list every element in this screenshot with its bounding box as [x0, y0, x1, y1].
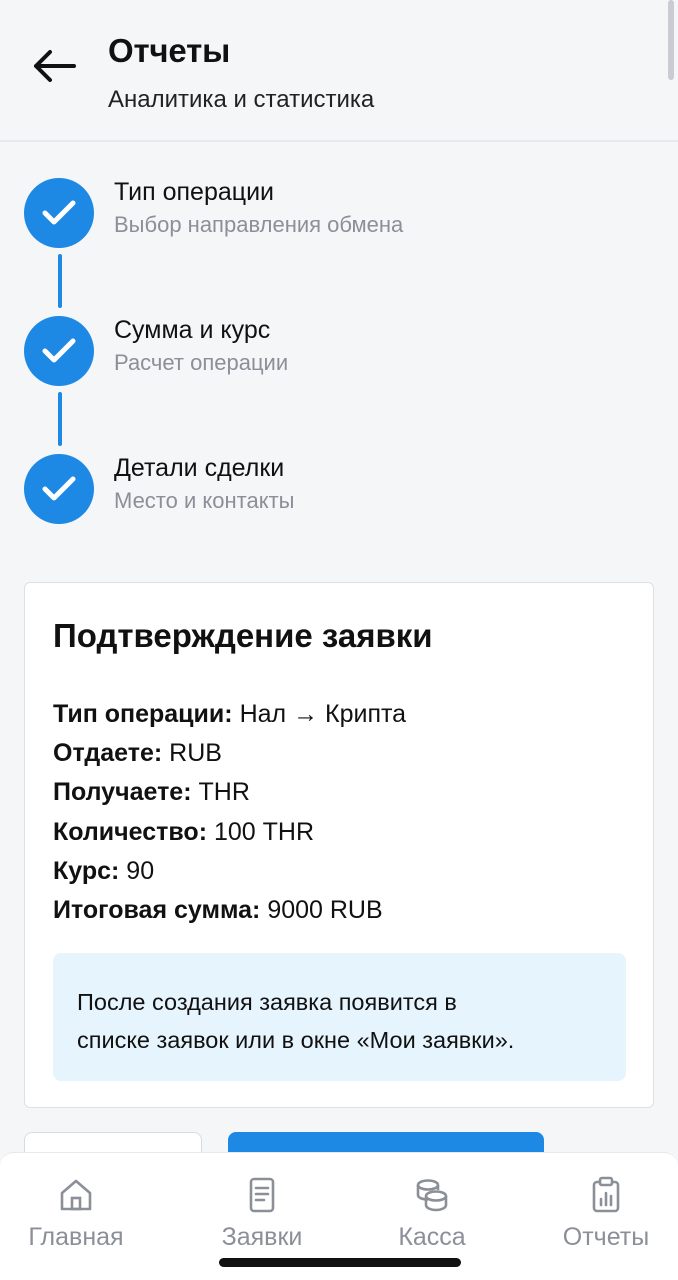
step-amount-rate: Сумма и курс Расчет операции [24, 316, 584, 386]
step-subtitle: Место и контакты [114, 488, 295, 513]
scrollbar[interactable] [668, 0, 674, 1150]
summary-row-operation-type: Тип операции: Нал → Крипта [53, 695, 406, 734]
screen: Отчеты Аналитика и статистика Тип операц… [0, 0, 678, 1280]
nav-item-home[interactable]: Главная [0, 1175, 156, 1255]
nav-item-reports[interactable]: Отчеты [526, 1175, 678, 1255]
summary-value: 90 [126, 856, 155, 885]
step-completed-indicator [24, 454, 94, 524]
home-indicator [219, 1258, 461, 1267]
step-completed-indicator [24, 178, 94, 248]
card-title: Подтверждение заявки [53, 617, 433, 654]
step-title: Детали сделки [114, 454, 285, 482]
summary-value: RUB [169, 739, 222, 768]
step-subtitle: Выбор направления обмена [114, 212, 404, 237]
summary-value: 9000 RUB [267, 896, 383, 925]
nav-item-cash[interactable]: Касса [352, 1175, 512, 1255]
step-deal-details: Детали сделки Место и контакты [24, 454, 584, 524]
summary-value: Нал → Крипта [239, 700, 407, 728]
check-icon [42, 338, 76, 363]
nav-label: Отчеты [562, 1223, 650, 1251]
coins-icon [416, 1179, 448, 1212]
arrow-left-icon [34, 50, 76, 82]
summary-row-receive: Получаете: THR [53, 773, 406, 812]
summary-label: Тип операции: [53, 700, 233, 728]
summary-row-quantity: Количество: 100 THR [53, 813, 406, 852]
nav-label: Заявки [221, 1223, 303, 1251]
info-text-line: После создания заявка появится в [77, 989, 457, 1015]
step-completed-indicator [24, 316, 94, 386]
document-icon [249, 1177, 275, 1213]
summary-row-rate: Курс: 90 [53, 852, 406, 891]
summary-label: Итоговая сумма: [53, 896, 261, 925]
step-title: Тип операции [114, 178, 275, 206]
page-subtitle: Аналитика и статистика [108, 86, 375, 113]
summary-label: Отдаете: [53, 739, 163, 768]
order-summary: Тип операции: Нал → Крипта Отдаете: RUB … [53, 695, 406, 930]
step-connector [58, 392, 62, 446]
step-title: Сумма и курс [114, 316, 271, 344]
page-title: Отчеты [108, 32, 231, 69]
check-icon [42, 476, 76, 501]
nav-label: Касса [398, 1223, 466, 1251]
info-notice: После создания заявка появится в списке … [53, 953, 626, 1081]
summary-value: THR [198, 778, 250, 807]
step-connector [58, 254, 62, 308]
back-button[interactable] [28, 40, 80, 92]
nav-item-orders[interactable]: Заявки [182, 1175, 342, 1255]
check-icon [42, 200, 76, 225]
summary-label: Курс: [53, 856, 120, 885]
summary-row-total: Итоговая сумма: 9000 RUB [53, 891, 406, 930]
header: Отчеты Аналитика и статистика [0, 0, 678, 142]
nav-label: Главная [28, 1223, 124, 1251]
home-icon [60, 1179, 92, 1211]
summary-row-give: Отдаете: RUB [53, 734, 406, 773]
step-operation-type: Тип операции Выбор направления обмена [24, 178, 584, 248]
info-text-line: списке заявок или в окне «Мои заявки». [77, 1027, 515, 1053]
summary-value: 100 THR [213, 817, 315, 846]
clipboard-chart-icon [592, 1176, 620, 1213]
scrollbar-thumb[interactable] [668, 0, 674, 80]
step-subtitle: Расчет операции [114, 350, 289, 375]
summary-label: Получаете: [53, 778, 192, 807]
confirmation-card: Подтверждение заявки Тип операции: Нал →… [24, 582, 654, 1108]
summary-label: Количество: [53, 817, 208, 846]
